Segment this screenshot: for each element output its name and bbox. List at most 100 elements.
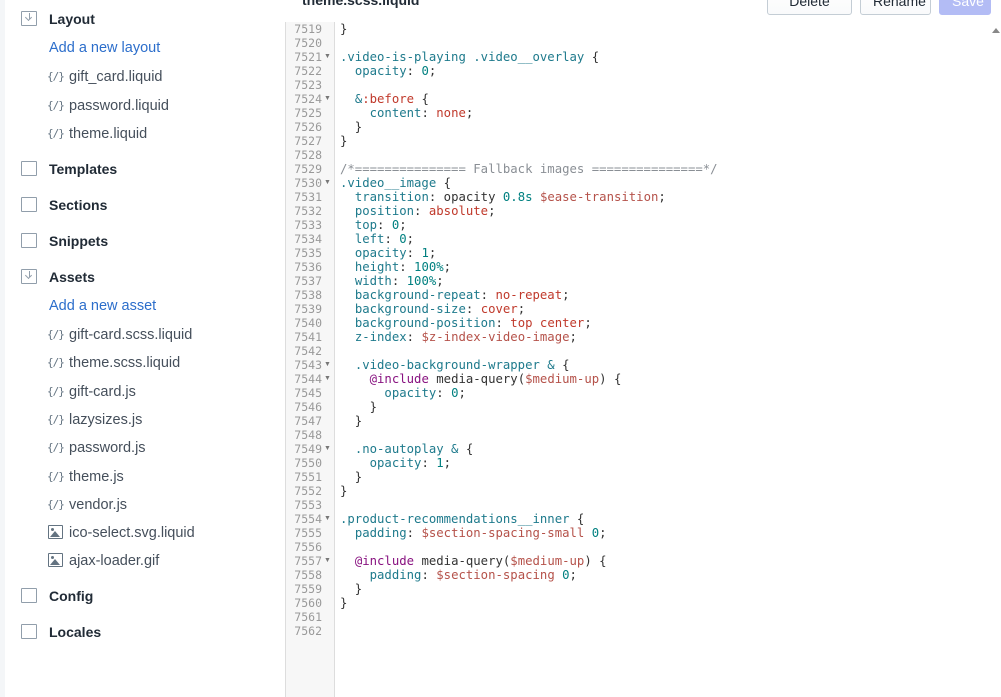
- code-file-icon: {/}: [47, 469, 65, 483]
- file-item[interactable]: {/} theme.js: [5, 463, 285, 491]
- file-item[interactable]: {/} gift-card.scss.liquid: [5, 321, 285, 349]
- rename-button[interactable]: Rename: [860, 0, 931, 15]
- fold-arrow-icon[interactable]: ▼: [324, 176, 331, 190]
- folder-icon: [21, 588, 37, 603]
- code-line: .video-is-playing .video__overlay {: [340, 50, 600, 64]
- line-number: 7551: [294, 470, 322, 484]
- code-line: }: [340, 414, 363, 428]
- code-line: width: 100%;: [354, 274, 444, 288]
- file-item[interactable]: {/} gift-card.js: [5, 378, 285, 406]
- file-item[interactable]: {/} password.js: [5, 434, 285, 462]
- folder-config[interactable]: Config: [5, 582, 285, 610]
- file-label[interactable]: theme.liquid: [69, 126, 147, 142]
- file-item[interactable]: ico-select.svg.liquid: [5, 519, 285, 547]
- delete-file-button[interactable]: Delete file: [767, 0, 852, 22]
- add-asset-link[interactable]: Add a new asset: [49, 298, 156, 314]
- folder-locales[interactable]: Locales: [5, 618, 285, 646]
- fold-arrow-icon[interactable]: ▼: [324, 512, 331, 526]
- code-line: &:before {: [354, 92, 429, 106]
- code-line: left: 0;: [354, 232, 415, 246]
- fold-arrow-icon[interactable]: ▼: [324, 92, 331, 106]
- line-number: 7540: [294, 316, 322, 330]
- code-line: transition: opacity 0.8s $ease-transitio…: [354, 190, 666, 204]
- folder-icon: [21, 233, 37, 248]
- code-line: }: [340, 596, 348, 610]
- line-number: 7526: [294, 120, 322, 134]
- line-number: 7549: [294, 442, 322, 456]
- line-number: 7536: [294, 260, 322, 274]
- file-label[interactable]: gift_card.liquid: [69, 69, 163, 85]
- line-number: 7547: [294, 414, 322, 428]
- file-label[interactable]: gift-card.scss.liquid: [69, 327, 192, 343]
- code-file-icon: {/}: [47, 356, 65, 370]
- fold-arrow-icon[interactable]: ▼: [324, 50, 331, 64]
- fold-arrow-icon[interactable]: ▼: [324, 358, 331, 372]
- file-item[interactable]: {/} vendor.js: [5, 491, 285, 519]
- code-line: }: [340, 134, 348, 148]
- line-number: 7554: [294, 512, 322, 526]
- file-label[interactable]: password.js: [69, 440, 146, 456]
- line-number: 7556: [294, 540, 322, 554]
- file-label[interactable]: ico-select.svg.liquid: [69, 525, 195, 541]
- line-number: 7559: [294, 582, 322, 596]
- code-file-icon: {/}: [47, 384, 65, 398]
- code-file-icon: {/}: [47, 497, 65, 511]
- code-editor[interactable]: } .video-is-playing .video__overlay { opa…: [335, 22, 1001, 697]
- file-item[interactable]: {/} theme.liquid: [5, 120, 285, 148]
- line-number: 7545: [294, 386, 322, 400]
- fold-arrow-icon[interactable]: ▼: [324, 372, 331, 386]
- editor-toolbar: theme.scss.liquid Delete file Rename Sav…: [285, 0, 1001, 22]
- code-line: background-size: cover;: [354, 302, 526, 316]
- file-item[interactable]: ajax-loader.gif: [5, 547, 285, 575]
- folder-open-icon: [21, 269, 37, 284]
- scroll-up-arrow-icon[interactable]: [992, 22, 1001, 33]
- fold-arrow-icon[interactable]: ▼: [324, 442, 331, 456]
- file-label[interactable]: password.liquid: [69, 98, 169, 114]
- folder-assets[interactable]: Assets: [5, 263, 285, 291]
- line-number: 7541: [294, 330, 322, 344]
- line-number: 7520: [294, 36, 322, 50]
- file-label[interactable]: ajax-loader.gif: [69, 553, 159, 569]
- code-line: top: 0;: [354, 218, 407, 232]
- save-button[interactable]: Save: [939, 0, 991, 15]
- fold-arrow-icon[interactable]: ▼: [324, 554, 331, 568]
- line-number: 7543: [294, 358, 322, 372]
- code-line: padding: $section-spacing 0;: [369, 568, 577, 582]
- line-number: 7529: [294, 162, 322, 176]
- line-number: 7553: [294, 498, 322, 512]
- line-number: 7557: [294, 554, 322, 568]
- file-label[interactable]: theme.js: [69, 469, 124, 485]
- folder-icon: [21, 161, 37, 176]
- line-number: 7562: [294, 624, 322, 638]
- file-label[interactable]: theme.scss.liquid: [69, 355, 180, 371]
- folder-label: Sections: [49, 197, 108, 213]
- code-file-icon: {/}: [47, 98, 65, 112]
- file-item[interactable]: {/} lazysizes.js: [5, 406, 285, 434]
- file-label[interactable]: vendor.js: [69, 497, 127, 513]
- folder-snippets[interactable]: Snippets: [5, 227, 285, 255]
- file-label[interactable]: gift-card.js: [69, 384, 136, 400]
- file-label[interactable]: lazysizes.js: [69, 412, 142, 428]
- code-line: opacity: 0;: [354, 64, 437, 78]
- line-number: 7530: [294, 176, 322, 190]
- line-number: 7527: [294, 134, 322, 148]
- add-layout-link[interactable]: Add a new layout: [49, 40, 160, 56]
- code-line: }: [340, 400, 378, 414]
- folder-templates[interactable]: Templates: [5, 155, 285, 183]
- code-line: content: none;: [369, 106, 474, 120]
- editor-filename: theme.scss.liquid: [302, 0, 420, 8]
- folder-layout[interactable]: Layout: [5, 5, 285, 33]
- file-item[interactable]: {/} password.liquid: [5, 92, 285, 120]
- add-layout-row: Add a new layout: [5, 34, 285, 62]
- code-line: .video-background-wrapper & {: [354, 358, 570, 372]
- folder-sections[interactable]: Sections: [5, 191, 285, 219]
- line-number: 7534: [294, 232, 322, 246]
- code-line: position: absolute;: [354, 204, 496, 218]
- file-item[interactable]: {/} gift_card.liquid: [5, 63, 285, 91]
- line-number: 7523: [294, 78, 322, 92]
- code-file-icon: {/}: [47, 328, 65, 341]
- folder-label: Locales: [49, 624, 102, 640]
- line-number: 7552: [294, 484, 322, 498]
- file-item[interactable]: {/} theme.scss.liquid: [5, 349, 285, 377]
- line-number: 7546: [294, 400, 322, 414]
